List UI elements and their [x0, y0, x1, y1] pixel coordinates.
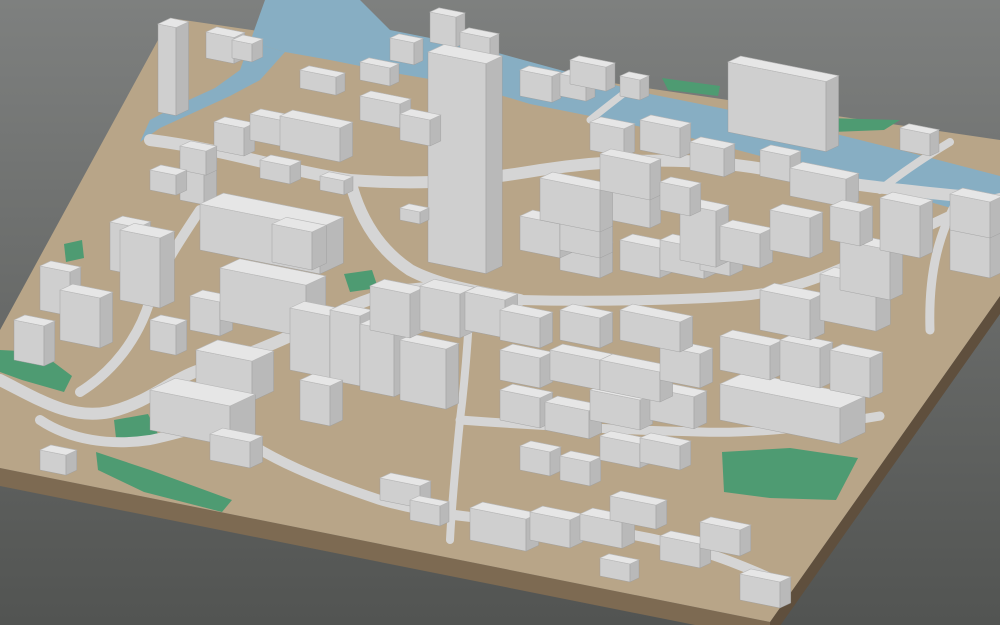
- building: [779, 333, 834, 389]
- building: [769, 203, 824, 259]
- building-side-face: [679, 315, 693, 353]
- building-front-face: [879, 197, 921, 259]
- building-front-face: [829, 205, 861, 247]
- building: [639, 114, 692, 159]
- building-front-face: [427, 51, 487, 274]
- building: [399, 203, 430, 225]
- building: [427, 44, 504, 274]
- building-side-face: [175, 319, 188, 356]
- building: [949, 187, 1000, 239]
- building-front-face: [189, 295, 221, 337]
- building: [13, 314, 56, 367]
- building: [519, 65, 562, 103]
- building: [299, 373, 344, 427]
- building-front-face: [59, 289, 101, 349]
- building-side-face: [159, 230, 175, 309]
- building-side-face: [739, 524, 751, 557]
- building: [499, 303, 554, 349]
- building-front-face: [779, 339, 821, 389]
- building-front-face: [157, 23, 177, 116]
- building: [157, 17, 190, 116]
- building: [559, 450, 602, 487]
- building: [689, 136, 736, 178]
- building: [39, 444, 78, 476]
- building-side-face: [723, 143, 735, 178]
- building: [149, 314, 188, 356]
- building-side-face: [329, 379, 343, 427]
- building-side-face: [43, 320, 55, 367]
- building-side-face: [699, 347, 713, 389]
- building-front-face: [149, 319, 177, 356]
- building-side-face: [809, 211, 823, 259]
- building-side-face: [413, 38, 424, 66]
- building-side-face: [929, 129, 940, 157]
- building-front-face: [299, 379, 331, 427]
- building: [119, 222, 176, 309]
- building: [59, 283, 114, 349]
- building-front-face: [329, 309, 361, 387]
- building-side-face: [825, 75, 839, 152]
- building-side-face: [989, 197, 1000, 239]
- building: [499, 343, 554, 389]
- building: [499, 383, 554, 429]
- building-side-face: [599, 311, 613, 349]
- park-southeast: [722, 448, 858, 500]
- building: [719, 219, 774, 269]
- building-side-face: [551, 71, 562, 103]
- building-front-face: [419, 285, 461, 339]
- building-side-face: [539, 311, 553, 349]
- building: [271, 216, 328, 271]
- building: [559, 303, 614, 349]
- building: [429, 7, 466, 48]
- building: [399, 108, 442, 147]
- building: [759, 282, 826, 341]
- building: [399, 333, 460, 410]
- building-side-face: [779, 576, 791, 609]
- building-side-face: [445, 343, 459, 410]
- building-side-face: [693, 390, 707, 430]
- building-side-face: [485, 55, 503, 274]
- building-side-face: [311, 224, 327, 271]
- building-front-face: [769, 209, 811, 259]
- building-front-face: [399, 339, 447, 410]
- building-side-face: [679, 122, 691, 159]
- building: [213, 116, 256, 157]
- building-front-face: [289, 307, 331, 379]
- building-side-face: [99, 291, 113, 349]
- city-model-viewport[interactable]: [0, 0, 1000, 625]
- building-front-face: [119, 229, 161, 309]
- building-front-face: [369, 285, 411, 339]
- building: [369, 278, 426, 339]
- building: [519, 440, 562, 477]
- building: [899, 123, 940, 157]
- building: [659, 176, 702, 217]
- building-side-face: [649, 158, 661, 201]
- building-front-face: [13, 319, 45, 367]
- building-front-face: [429, 11, 457, 48]
- building: [879, 191, 934, 259]
- building-side-face: [429, 114, 441, 147]
- building-side-face: [869, 351, 883, 399]
- building-side-face: [689, 182, 701, 217]
- building-side-face: [339, 121, 353, 163]
- building-side-face: [859, 205, 873, 247]
- building: [619, 71, 650, 101]
- building-front-face: [359, 323, 395, 398]
- building-side-face: [605, 62, 616, 92]
- building-front-face: [829, 349, 871, 399]
- building: [829, 343, 884, 399]
- building: [389, 33, 424, 66]
- building-side-face: [175, 21, 189, 116]
- building: [829, 199, 874, 247]
- building: [231, 34, 264, 63]
- building: [149, 164, 188, 196]
- building-side-face: [919, 199, 933, 259]
- building: [529, 505, 584, 549]
